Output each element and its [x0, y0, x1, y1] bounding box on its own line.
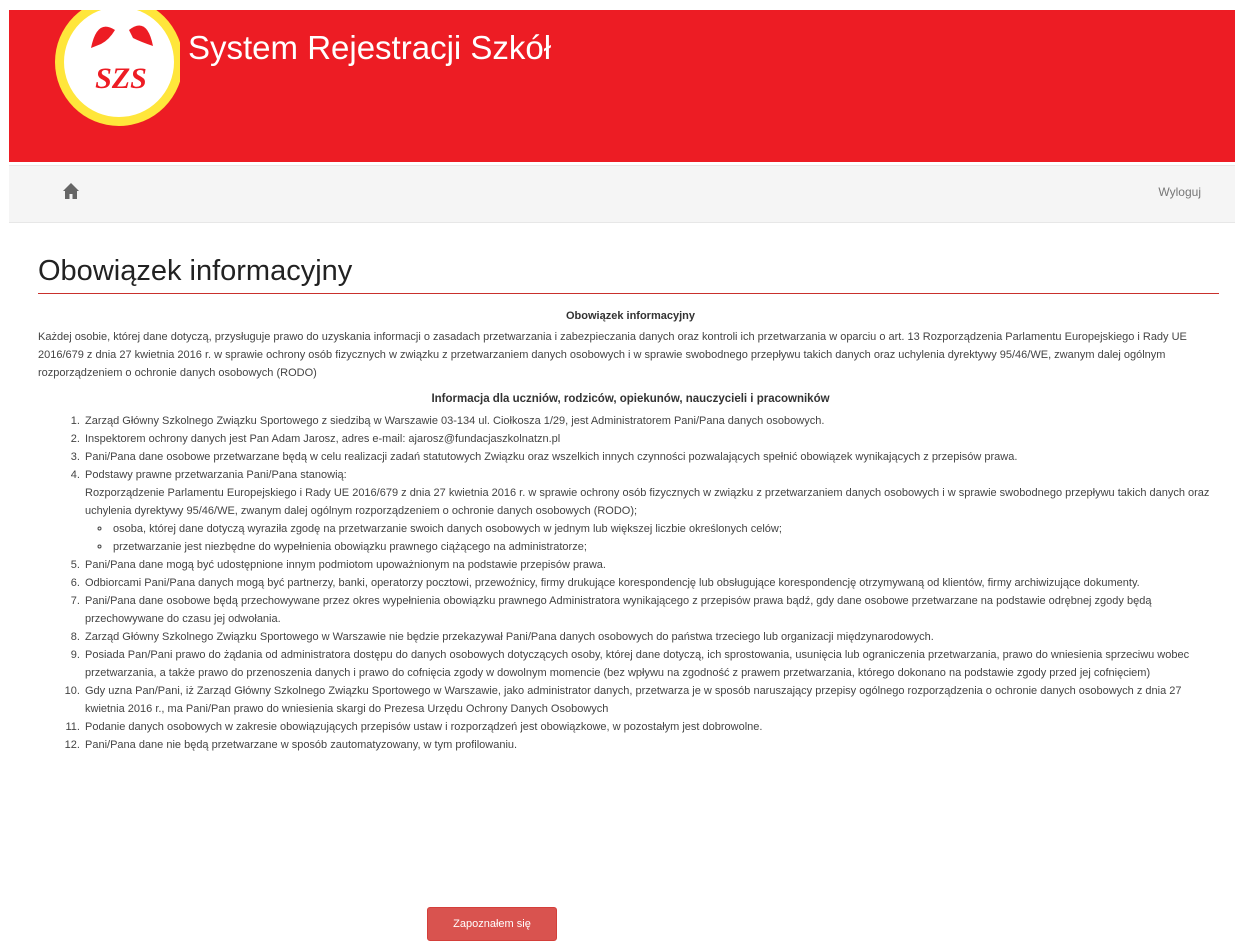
list-item: Pani/Pana dane osobowe będą przechowywan… [83, 592, 1223, 628]
list-item: Pani/Pana dane nie będą przetwarzane w s… [83, 736, 1223, 754]
confirm-button[interactable]: Zapoznałem się [427, 907, 557, 941]
list-item: Odbiorcami Pani/Pana danych mogą być par… [83, 574, 1223, 592]
title-divider [38, 293, 1219, 294]
sub-list-item: przetwarzanie jest niezbędne do wypełnie… [111, 538, 1223, 556]
list-item: Podanie danych osobowych w zakresie obow… [83, 718, 1223, 736]
list-item-text: Podstawy prawne przetwarzania Pani/Pana … [85, 469, 347, 481]
list-item: Zarząd Główny Szkolnego Związku Sportowe… [83, 628, 1223, 646]
list-item-detail: Rozporządzenie Parlamentu Europejskiego … [85, 487, 1210, 517]
list-item: Zarząd Główny Szkolnego Związku Sportowe… [83, 412, 1223, 430]
list-item: Pani/Pana dane mogą być udostępnione inn… [83, 556, 1223, 574]
navbar: Wyloguj [9, 165, 1235, 223]
sub-list: osoba, której dane dotyczą wyraziła zgod… [85, 520, 1223, 556]
list-item: Inspektorem ochrony danych jest Pan Adam… [83, 430, 1223, 448]
sub-list-item: osoba, której dane dotyczą wyraziła zgod… [111, 520, 1223, 538]
list-item: Pani/Pana dane osobowe przetwarzane będą… [83, 448, 1223, 466]
logout-link[interactable]: Wyloguj [1158, 185, 1201, 199]
content-heading: Obowiązek informacyjny [566, 310, 695, 322]
page-title: Obowiązek informacyjny [38, 255, 353, 287]
list-item: Gdy uzna Pan/Pani, iż Zarząd Główny Szko… [83, 682, 1223, 718]
intro-paragraph: Każdej osobie, której dane dotyczą, przy… [38, 331, 1187, 379]
svg-text:SZS: SZS [95, 62, 147, 95]
info-list: Zarząd Główny Szkolnego Związku Sportowe… [38, 412, 1223, 754]
list-item: Posiada Pan/Pani prawo do żądania od adm… [83, 646, 1223, 682]
header-banner: SZS System Rejestracji Szkół [9, 10, 1235, 162]
section-heading: Informacja dla uczniów, rodziców, opieku… [431, 393, 830, 405]
home-icon[interactable] [62, 182, 80, 200]
app-title: System Rejestracji Szkół [188, 29, 552, 66]
szs-logo: SZS [55, 10, 180, 126]
info-content: Obowiązek informacyjny Każdej osobie, kt… [38, 307, 1223, 754]
list-item: Podstawy prawne przetwarzania Pani/Pana … [83, 466, 1223, 556]
